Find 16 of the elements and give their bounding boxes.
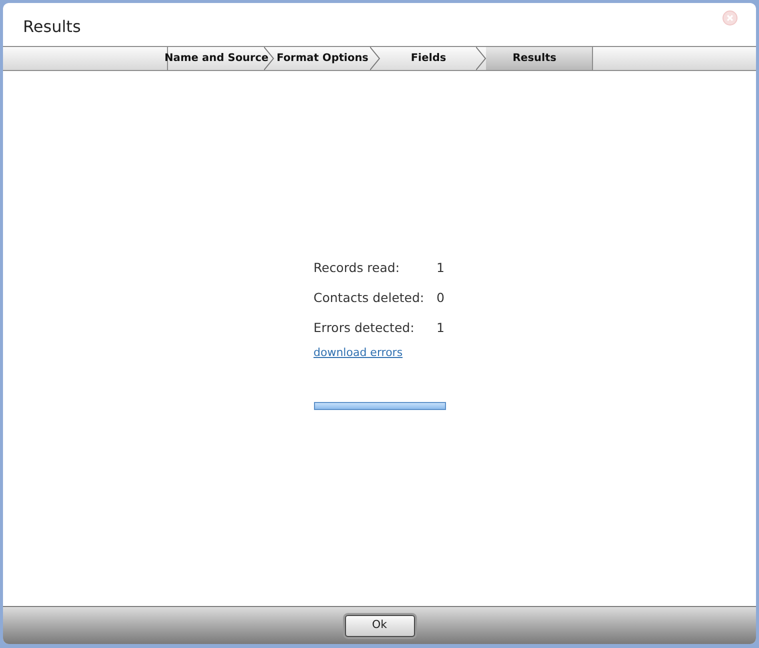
- wizard-step[interactable]: Name and Source: [168, 47, 274, 70]
- ok-button[interactable]: Ok: [344, 614, 414, 636]
- stat-value: 1: [436, 258, 444, 277]
- stat-value: 1: [436, 318, 444, 337]
- wizard-step[interactable]: Format Options: [274, 47, 380, 70]
- window-title: Results: [23, 16, 81, 38]
- wizard-step[interactable]: Fields: [380, 47, 486, 70]
- stat-value: 0: [436, 288, 444, 307]
- stat-label: Errors detected:: [314, 318, 416, 337]
- chevron-icon: [476, 47, 486, 70]
- stat-label: Records read:: [314, 258, 401, 277]
- wizard-step[interactable]: Results: [486, 47, 592, 70]
- chevron-icon: [370, 47, 380, 70]
- close-icon[interactable]: [722, 10, 738, 26]
- download-errors-link[interactable]: download errors: [314, 345, 403, 362]
- stat-label: Contacts deleted:: [314, 288, 426, 307]
